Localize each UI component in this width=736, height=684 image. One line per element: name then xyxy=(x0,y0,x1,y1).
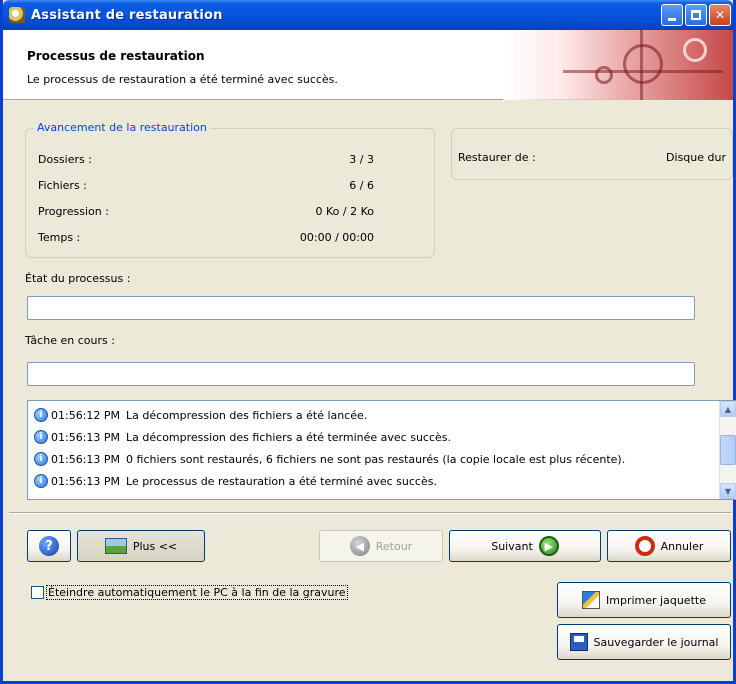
print-cover-button[interactable]: Imprimer jaquette xyxy=(557,582,731,618)
files-value: 6 / 6 xyxy=(349,179,374,192)
picture-icon xyxy=(104,538,127,554)
help-button[interactable]: ? xyxy=(27,530,71,562)
folders-value: 3 / 3 xyxy=(349,153,374,166)
time-label: Temps : xyxy=(38,231,81,244)
floppy-disk-icon xyxy=(569,633,588,651)
back-button-label: Retour xyxy=(375,539,413,553)
header-title: Processus de restauration xyxy=(27,49,205,63)
help-icon: ? xyxy=(39,536,59,556)
log-message: La décompression des fichiers a été term… xyxy=(126,430,452,444)
header-subtitle: Le processus de restauration a été termi… xyxy=(27,73,338,86)
scroll-down-button[interactable]: ▼ xyxy=(720,483,736,499)
shutdown-checkbox-label[interactable]: Éteindre automatiquement le PC à la fin … xyxy=(46,585,348,600)
info-icon: i xyxy=(34,474,48,488)
current-task-label: Tâche en cours : xyxy=(25,334,115,347)
log-time: 01:56:13 PM xyxy=(51,474,121,488)
time-value: 00:00 / 00:00 xyxy=(299,231,374,244)
log-message: Le processus de restauration a été termi… xyxy=(126,474,437,488)
more-button[interactable]: Plus << xyxy=(77,530,205,562)
current-task-field[interactable] xyxy=(27,362,695,386)
log-entry: i 01:56:13 PM 0 fichiers sont restaurés,… xyxy=(34,449,625,469)
header-gears-image xyxy=(503,30,733,100)
next-arrow-icon: ▶ xyxy=(538,536,559,556)
log-entry: i 01:56:13 PM La décompression des fichi… xyxy=(34,427,451,447)
minimize-button[interactable] xyxy=(661,4,683,26)
process-state-label: État du processus : xyxy=(25,272,131,285)
pen-icon xyxy=(582,591,601,609)
info-icon: i xyxy=(34,408,48,422)
folders-label: Dossiers : xyxy=(38,153,92,166)
log-time: 01:56:13 PM xyxy=(51,452,121,466)
next-button[interactable]: Suivant ▶ xyxy=(449,530,601,562)
log-scrollbar[interactable]: ▲ ▼ xyxy=(719,401,736,499)
progression-label: Progression : xyxy=(38,205,109,218)
scroll-thumb[interactable] xyxy=(720,435,736,465)
app-icon xyxy=(9,7,25,23)
separator xyxy=(9,512,731,514)
progression-value: 0 Ko / 2 Ko xyxy=(315,205,374,218)
wizard-header: Processus de restauration Le processus d… xyxy=(3,30,733,100)
back-button[interactable]: ◀ Retour xyxy=(319,530,443,562)
source-group: Restaurer de : Disque dur xyxy=(451,128,733,180)
next-button-label: Suivant xyxy=(491,539,533,553)
restore-from-value: Disque dur xyxy=(666,151,726,164)
process-state-field[interactable] xyxy=(27,296,695,320)
window-title: Assistant de restauration xyxy=(31,7,223,23)
log-entry: i 01:56:13 PM Le processus de restaurati… xyxy=(34,471,437,491)
close-button[interactable]: ✕ xyxy=(709,4,731,26)
files-label: Fichiers : xyxy=(38,179,87,192)
save-log-button-label: Sauvegarder le journal xyxy=(593,635,719,649)
window-controls: ✕ xyxy=(661,4,731,26)
log-entry: i 01:56:12 PM La décompression des fichi… xyxy=(34,405,367,425)
maximize-button[interactable] xyxy=(685,4,707,26)
save-log-button[interactable]: Sauvegarder le journal xyxy=(557,624,731,660)
restore-from-label: Restaurer de : xyxy=(458,151,536,164)
info-icon: i xyxy=(34,452,48,466)
cancel-button[interactable]: Annuler xyxy=(607,530,731,562)
info-icon: i xyxy=(34,430,48,444)
progress-group-legend: Avancement de la restauration xyxy=(34,121,210,134)
cancel-button-label: Annuler xyxy=(660,539,704,553)
log-time: 01:56:12 PM xyxy=(51,408,121,422)
cancel-icon xyxy=(634,536,655,556)
print-cover-button-label: Imprimer jaquette xyxy=(606,593,706,607)
close-icon: ✕ xyxy=(714,8,726,22)
log-message: La décompression des fichiers a été lanc… xyxy=(126,408,368,422)
maximize-icon xyxy=(691,10,701,20)
shutdown-checkbox[interactable] xyxy=(31,586,44,599)
scroll-up-button[interactable]: ▲ xyxy=(720,401,736,417)
restore-wizard-window: Assistant de restauration ✕ Processus de… xyxy=(0,0,736,684)
log-list[interactable]: i 01:56:12 PM La décompression des fichi… xyxy=(27,400,736,500)
more-button-label: Plus << xyxy=(132,539,178,553)
progress-group: Avancement de la restauration Dossiers :… xyxy=(25,121,435,258)
back-arrow-icon: ◀ xyxy=(349,536,370,556)
log-message: 0 fichiers sont restaurés, 6 fichiers ne… xyxy=(126,452,626,466)
log-time: 01:56:13 PM xyxy=(51,430,121,444)
minimize-icon xyxy=(668,17,676,21)
title-bar[interactable]: Assistant de restauration ✕ xyxy=(3,0,733,30)
shutdown-option[interactable]: Éteindre automatiquement le PC à la fin … xyxy=(31,585,348,600)
